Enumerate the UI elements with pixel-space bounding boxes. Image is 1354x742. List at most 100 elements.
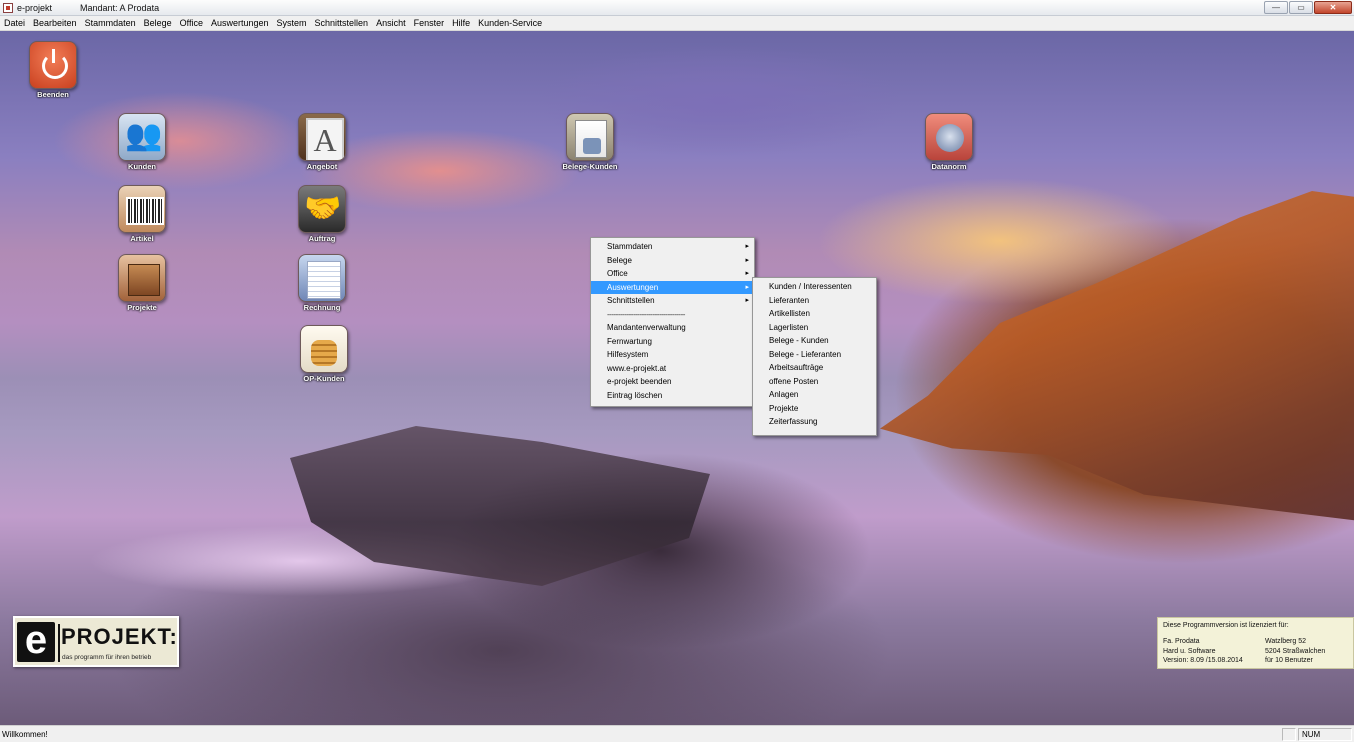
license-city: 5204 Straßwalchen xyxy=(1265,647,1326,655)
logo-divider xyxy=(58,624,60,662)
license-company-type: Hard u. Software xyxy=(1163,647,1216,655)
logo-tagline: das programm für ihren betrieb xyxy=(62,654,152,661)
desktop-icon-label: Artikel xyxy=(130,234,154,243)
menu-datei[interactable]: Datei xyxy=(0,16,29,30)
submenu-item-zeiterfassung[interactable]: Zeiterfassung xyxy=(753,415,876,429)
menu-hilfe[interactable]: Hilfe xyxy=(448,16,474,30)
menu-ansicht[interactable]: Ansicht xyxy=(372,16,410,30)
desktop-icon-beenden[interactable]: Beenden xyxy=(18,41,88,99)
chevron-right-icon: ▸ xyxy=(745,270,749,277)
license-company: Fa. Prodata xyxy=(1163,638,1200,645)
submenu-item-anlagen[interactable]: Anlagen xyxy=(753,388,876,402)
power-icon xyxy=(29,41,77,89)
eprojekt-logo: e PROJEKT: das programm für ihren betrie… xyxy=(13,616,179,667)
status-message: Willkommen! xyxy=(2,730,48,739)
menu-bar: Datei Bearbeiten Stammdaten Belege Offic… xyxy=(0,16,1354,31)
context-item-beenden[interactable]: e-projekt beenden xyxy=(591,375,754,389)
submenu-item-arbeitsauftraege[interactable]: Arbeitsaufträge xyxy=(753,361,876,375)
customers-icon xyxy=(118,113,166,161)
context-item-fernwartung[interactable]: Fernwartung xyxy=(591,335,754,349)
submenu-item-projekte[interactable]: Projekte xyxy=(753,402,876,416)
desktop-icon-rechnung[interactable]: Rechnung xyxy=(287,254,357,312)
desktop-icon-angebot[interactable]: Angebot xyxy=(287,113,357,171)
license-heading: Diese Programmversion ist lizenziert für… xyxy=(1163,622,1289,629)
context-item-auswertungen[interactable]: Auswertungen ▸ xyxy=(591,280,754,294)
context-item-website[interactable]: www.e-projekt.at xyxy=(591,362,754,376)
menu-system[interactable]: System xyxy=(273,16,311,30)
license-version: Version: 8.09 /15.08.2014 xyxy=(1163,657,1243,664)
status-pane xyxy=(1282,728,1296,741)
desktop-icon-label: Projekte xyxy=(127,303,157,312)
context-item-office[interactable]: Office ▸ xyxy=(591,267,754,281)
offer-document-icon xyxy=(298,113,346,161)
num-lock-indicator: NUM xyxy=(1298,728,1352,741)
menu-kunden-service[interactable]: Kunden-Service xyxy=(474,16,546,30)
context-item-schnittstellen[interactable]: Schnittstellen ▸ xyxy=(591,294,754,308)
menu-auswertungen[interactable]: Auswertungen xyxy=(207,16,273,30)
desktop-icon-projekte[interactable]: Projekte xyxy=(107,254,177,312)
menu-office[interactable]: Office xyxy=(176,16,207,30)
desktop-icon-op-kunden[interactable]: OP-Kunden xyxy=(289,325,359,383)
desktop-icon-label: Rechnung xyxy=(303,303,341,312)
license-info: Diese Programmversion ist lizenziert für… xyxy=(1157,617,1354,669)
menu-bearbeiten[interactable]: Bearbeiten xyxy=(29,16,81,30)
desktop-icon-label: Datanorm xyxy=(931,162,967,171)
logo-letter: e xyxy=(17,620,55,662)
submenu-item-belege-kunden[interactable]: Belege - Kunden xyxy=(753,334,876,348)
status-bar: Willkommen! NUM xyxy=(0,725,1354,742)
minimize-button[interactable]: — xyxy=(1264,1,1288,14)
context-item-eintrag-loeschen[interactable]: Eintrag löschen xyxy=(591,389,754,403)
desktop-icon-label: Belege-Kunden xyxy=(562,162,618,171)
window-title: e-projekt xyxy=(17,2,53,13)
chevron-right-icon: ▸ xyxy=(745,243,749,250)
documents-icon xyxy=(566,113,614,161)
menu-stammdaten[interactable]: Stammdaten xyxy=(81,16,140,30)
desktop-context-menu: Stammdaten ▸ Belege ▸ Office ▸ Auswertun… xyxy=(590,237,755,407)
context-item-stammdaten[interactable]: Stammdaten ▸ xyxy=(591,240,754,254)
handshake-icon xyxy=(298,185,346,233)
desktop-icon-label: Angebot xyxy=(306,162,338,171)
context-item-belege[interactable]: Belege ▸ xyxy=(591,254,754,268)
menu-fenster[interactable]: Fenster xyxy=(410,16,449,30)
submenu-item-lagerlisten[interactable]: Lagerlisten xyxy=(753,321,876,335)
menu-schnittstellen[interactable]: Schnittstellen xyxy=(311,16,373,30)
submenu-item-lieferanten[interactable]: Lieferanten xyxy=(753,294,876,308)
menu-belege[interactable]: Belege xyxy=(140,16,176,30)
context-item-hilfesystem[interactable]: Hilfesystem xyxy=(591,348,754,362)
desktop-icon-auftrag[interactable]: Auftrag xyxy=(287,185,357,243)
auswertungen-submenu: Kunden / Interessenten Lieferanten Artik… xyxy=(752,277,877,436)
window-controls: — ▭ ✕ xyxy=(1264,1,1352,14)
desktop-icon-label: Auftrag xyxy=(308,234,336,243)
chevron-right-icon: ▸ xyxy=(745,256,749,264)
desktop-icon-datanorm[interactable]: Datanorm xyxy=(914,113,984,171)
submenu-item-belege-lieferanten[interactable]: Belege - Lieferanten xyxy=(753,348,876,362)
context-item-mandantenverwaltung[interactable]: Mandantenverwaltung xyxy=(591,321,754,335)
desktop-icon-belege-kunden[interactable]: Belege-Kunden xyxy=(555,113,625,171)
close-button[interactable]: ✕ xyxy=(1314,1,1352,14)
submenu-item-offene-posten[interactable]: offene Posten xyxy=(753,375,876,389)
license-left-column: Fa. Prodata Hard u. Software Version: 8.… xyxy=(1163,637,1243,666)
app-icon[interactable] xyxy=(3,2,13,13)
desktop-icon-label: Kunden xyxy=(128,162,156,171)
chevron-right-icon: ▸ xyxy=(745,283,749,291)
desktop-icon-label: Beenden xyxy=(37,90,69,99)
context-separator: ------------------------------------ xyxy=(607,309,685,319)
logo-wordmark: PROJEKT: xyxy=(61,624,178,649)
restore-button[interactable]: ▭ xyxy=(1289,1,1313,14)
barcode-icon xyxy=(118,185,166,233)
license-street: Watzlberg 52 xyxy=(1265,638,1306,645)
chevron-right-icon: ▸ xyxy=(745,297,749,304)
coins-icon xyxy=(300,325,348,373)
background-cliff xyxy=(880,191,1354,521)
desktop-icon-kunden[interactable]: Kunden xyxy=(107,113,177,171)
license-users: für 10 Benutzer xyxy=(1265,657,1313,664)
desktop-icon-label: OP-Kunden xyxy=(303,374,345,383)
submenu-item-artikellisten[interactable]: Artikellisten xyxy=(753,307,876,321)
mandant-label: Mandant: A Prodata xyxy=(80,2,160,13)
invoice-icon xyxy=(298,254,346,302)
disc-drive-icon xyxy=(925,113,973,161)
desktop-icon-artikel[interactable]: Artikel xyxy=(107,185,177,243)
submenu-item-kunden-interessenten[interactable]: Kunden / Interessenten xyxy=(753,280,876,294)
title-bar: e-projekt Mandant: A Prodata — ▭ ✕ xyxy=(0,0,1354,16)
license-right-column: Watzlberg 52 5204 Straßwalchen für 10 Be… xyxy=(1265,637,1325,666)
